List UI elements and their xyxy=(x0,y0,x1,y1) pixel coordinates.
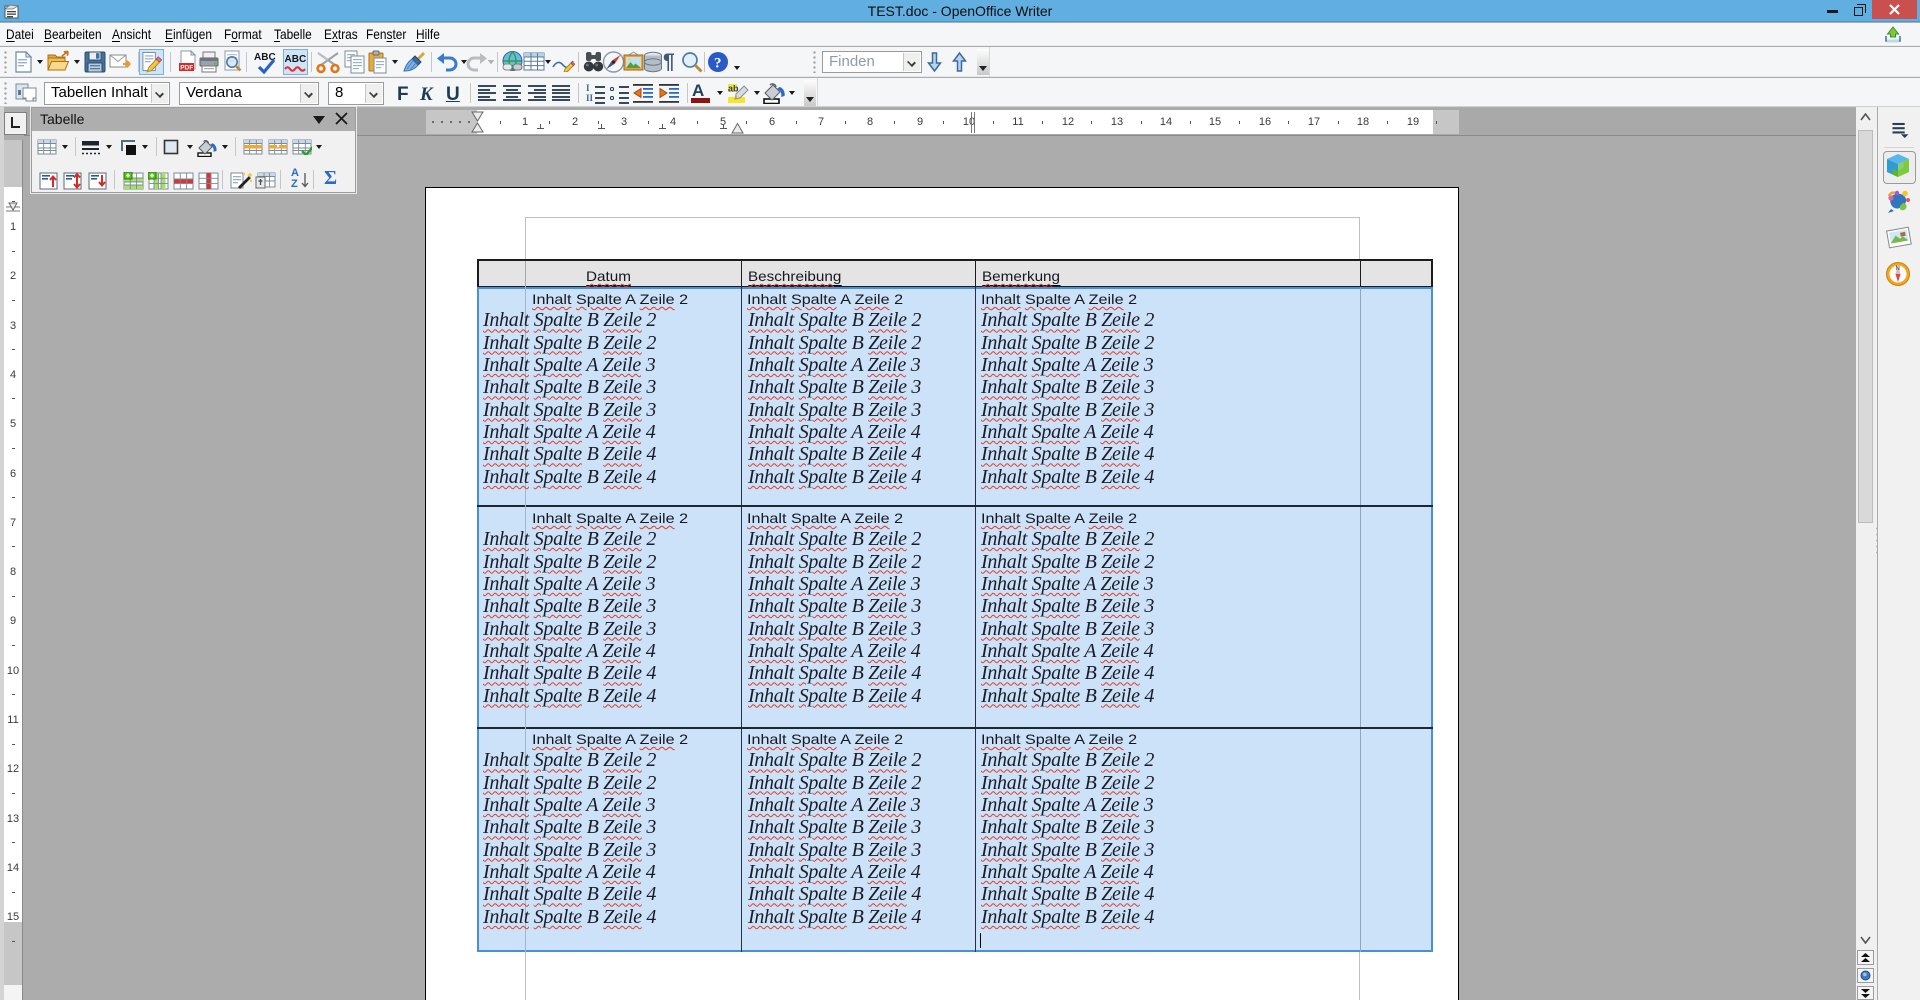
svg-text:?: ? xyxy=(714,56,722,72)
svg-text:ABC: ABC xyxy=(285,54,307,65)
svg-text:PDF: PDF xyxy=(180,65,193,72)
svg-text:N: N xyxy=(1896,266,1900,272)
